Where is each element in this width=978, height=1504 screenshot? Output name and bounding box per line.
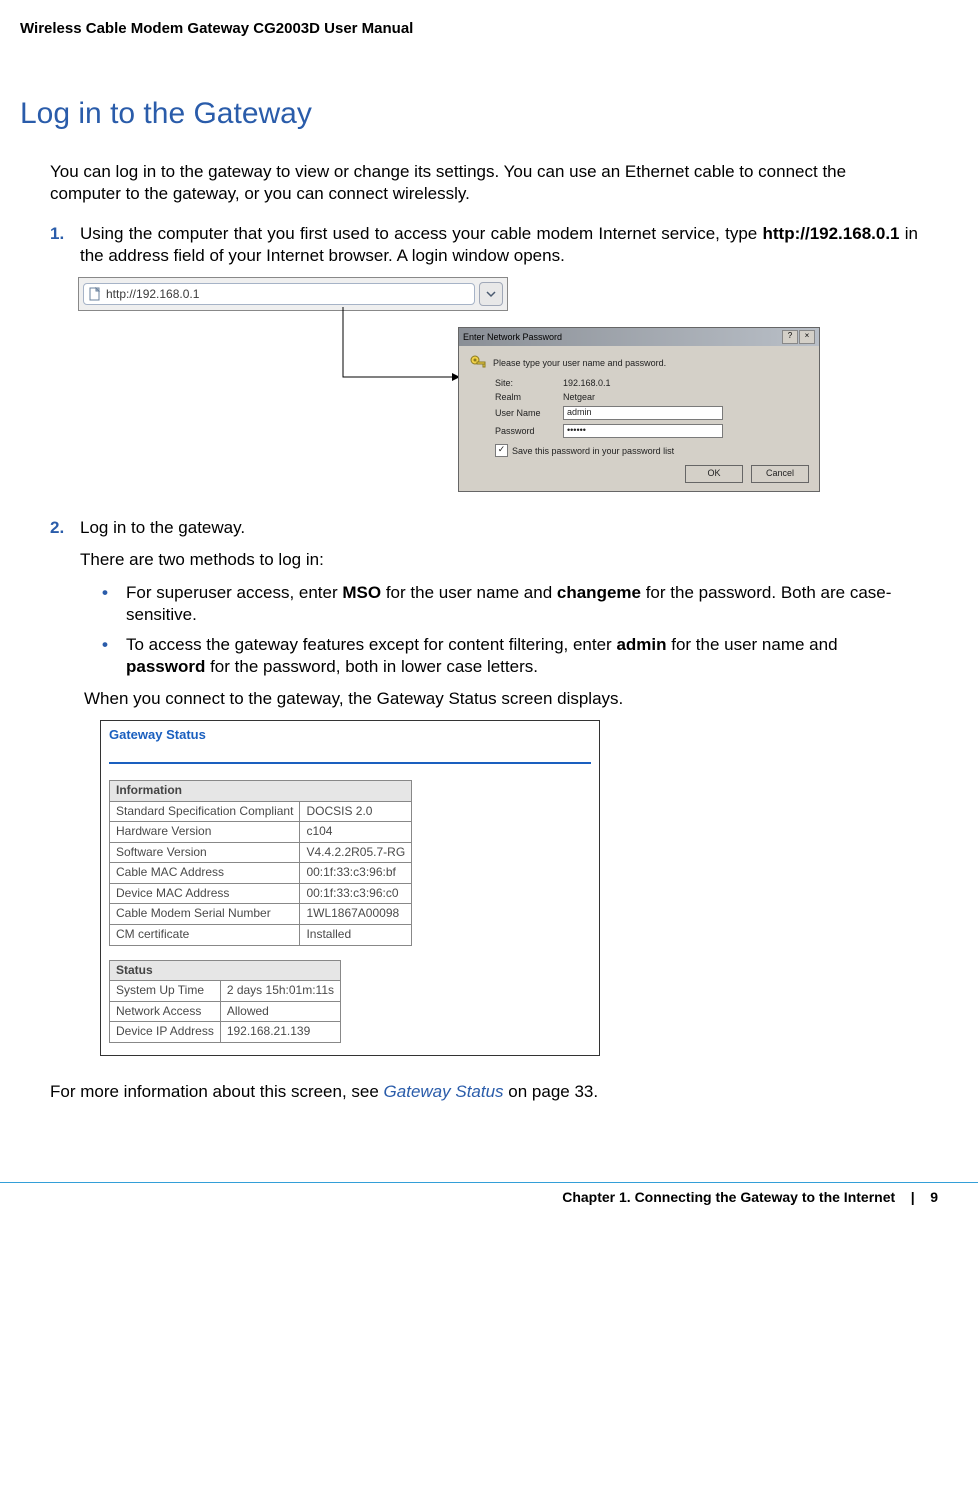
step-1: 1. Using the computer that you first use… bbox=[50, 223, 918, 267]
gateway-status-divider bbox=[109, 762, 591, 764]
cell: 2 days 15h:01m:11s bbox=[220, 981, 340, 1002]
page-footer: Chapter 1. Connecting the Gateway to the… bbox=[0, 1189, 978, 1225]
status-table: Status System Up Time2 days 15h:01m:11s … bbox=[109, 960, 341, 1043]
cell: Allowed bbox=[220, 1001, 340, 1022]
table-row: Cable Modem Serial Number1WL1867A00098 bbox=[110, 904, 412, 925]
cancel-button[interactable]: Cancel bbox=[751, 465, 809, 483]
footer-rule bbox=[0, 1182, 978, 1183]
cell: System Up Time bbox=[110, 981, 221, 1002]
table-row: Cable MAC Address00:1f:33:c3:96:bf bbox=[110, 863, 412, 884]
cell: Installed bbox=[300, 925, 412, 946]
cell: 00:1f:33:c3:96:c0 bbox=[300, 883, 412, 904]
cell: Cable Modem Serial Number bbox=[110, 904, 300, 925]
step-number: 1. bbox=[50, 223, 80, 267]
b1-b: for the user name and bbox=[381, 583, 557, 602]
value-realm: Netgear bbox=[563, 392, 809, 402]
cell: Network Access bbox=[110, 1001, 221, 1022]
bullet-1: • For superuser access, enter MSO for th… bbox=[102, 582, 918, 626]
save-password-checkbox[interactable]: ✓ bbox=[495, 444, 508, 457]
footer-chapter: Chapter 1. Connecting the Gateway to the… bbox=[562, 1189, 895, 1205]
cell: 192.168.21.139 bbox=[220, 1022, 340, 1043]
bullet-icon: • bbox=[102, 582, 126, 626]
page-title: Log in to the Gateway bbox=[20, 97, 918, 131]
address-bar[interactable]: http://192.168.0.1 bbox=[83, 283, 475, 305]
table-row: Hardware Versionc104 bbox=[110, 822, 412, 843]
close-button[interactable]: × bbox=[799, 330, 815, 344]
cell: DOCSIS 2.0 bbox=[300, 801, 412, 822]
info-table: Information Standard Specification Compl… bbox=[109, 780, 412, 946]
intro-paragraph: You can log in to the gateway to view or… bbox=[50, 161, 918, 205]
dialog-prompt: Please type your user name and password. bbox=[493, 358, 666, 368]
connector-arrow bbox=[338, 307, 468, 382]
cell: Cable MAC Address bbox=[110, 863, 300, 884]
b2-b: for the user name and bbox=[667, 635, 838, 654]
dialog-titlebar: Enter Network Password ? × bbox=[459, 328, 819, 346]
dialog-title-text: Enter Network Password bbox=[463, 332, 562, 342]
help-button[interactable]: ? bbox=[782, 330, 798, 344]
table-row: System Up Time2 days 15h:01m:11s bbox=[110, 981, 341, 1002]
b1-mso: MSO bbox=[342, 583, 381, 602]
b1-a: For superuser access, enter bbox=[126, 583, 342, 602]
table-row: Device IP Address192.168.21.139 bbox=[110, 1022, 341, 1043]
cell: c104 bbox=[300, 822, 412, 843]
status-heading: Status bbox=[110, 960, 341, 981]
cell: Hardware Version bbox=[110, 822, 300, 843]
username-input[interactable]: admin bbox=[563, 406, 723, 420]
closing-pre: For more information about this screen, … bbox=[50, 1082, 384, 1101]
value-site: 192.168.0.1 bbox=[563, 378, 809, 388]
step-2: 2. Log in to the gateway. There are two … bbox=[50, 517, 918, 1070]
figure-addressbar-dialog: http://192.168.0.1 Enter Network Passwor… bbox=[78, 277, 778, 497]
bullet-2: • To access the gateway features except … bbox=[102, 634, 918, 678]
b2-a: To access the gateway features except fo… bbox=[126, 635, 616, 654]
table-row: Standard Specification CompliantDOCSIS 2… bbox=[110, 801, 412, 822]
closing-paragraph: For more information about this screen, … bbox=[50, 1082, 918, 1102]
step-1-body: Using the computer that you first used t… bbox=[80, 223, 918, 267]
address-bar-outer: http://192.168.0.1 bbox=[78, 277, 508, 311]
cell: Software Version bbox=[110, 842, 300, 863]
b2-password: password bbox=[126, 657, 205, 676]
footer-page: 9 bbox=[930, 1189, 938, 1205]
closing-post: on page 33. bbox=[504, 1082, 599, 1101]
password-input[interactable]: •••••• bbox=[563, 424, 723, 438]
link-gateway-status[interactable]: Gateway Status bbox=[384, 1082, 504, 1101]
cell: Device MAC Address bbox=[110, 883, 300, 904]
step-2-sub: There are two methods to log in: bbox=[80, 549, 918, 571]
step-1-text-a: Using the computer that you first used t… bbox=[80, 224, 763, 243]
table-row: Network AccessAllowed bbox=[110, 1001, 341, 1022]
b2-admin: admin bbox=[616, 635, 666, 654]
step-2-text: Log in to the gateway. bbox=[80, 518, 245, 537]
table-row: Device MAC Address00:1f:33:c3:96:c0 bbox=[110, 883, 412, 904]
label-site: Site: bbox=[495, 378, 555, 388]
cell: 1WL1867A00098 bbox=[300, 904, 412, 925]
label-password: Password bbox=[495, 426, 555, 436]
table-row: Software VersionV4.4.2.2R05.7-RG bbox=[110, 842, 412, 863]
gateway-status-title: Gateway Status bbox=[109, 727, 591, 744]
b2-c: for the password, both in lower case let… bbox=[205, 657, 538, 676]
info-heading: Information bbox=[110, 780, 412, 801]
ok-button[interactable]: OK bbox=[685, 465, 743, 483]
address-bar-url: http://192.168.0.1 bbox=[106, 287, 199, 301]
b1-changeme: changeme bbox=[557, 583, 641, 602]
table-row: CM certificateInstalled bbox=[110, 925, 412, 946]
save-password-label: Save this password in your password list bbox=[512, 446, 674, 456]
doc-header: Wireless Cable Modem Gateway CG2003D Use… bbox=[20, 20, 918, 37]
after-bullets: When you connect to the gateway, the Gat… bbox=[84, 688, 918, 710]
chevron-down-icon bbox=[486, 289, 496, 299]
cell: 00:1f:33:c3:96:bf bbox=[300, 863, 412, 884]
step-1-url: http://192.168.0.1 bbox=[763, 224, 900, 243]
label-username: User Name bbox=[495, 408, 555, 418]
footer-sep: | bbox=[911, 1189, 915, 1205]
label-realm: Realm bbox=[495, 392, 555, 402]
bullet-icon: • bbox=[102, 634, 126, 678]
login-dialog: Enter Network Password ? × Please type y… bbox=[458, 327, 820, 492]
cell: Device IP Address bbox=[110, 1022, 221, 1043]
key-icon bbox=[469, 354, 487, 372]
cell: CM certificate bbox=[110, 925, 300, 946]
figure-gateway-status: Gateway Status Information Standard Spec… bbox=[100, 720, 600, 1056]
address-bar-dropdown[interactable] bbox=[479, 282, 503, 306]
page-icon bbox=[88, 287, 102, 301]
step-number: 2. bbox=[50, 517, 80, 1070]
cell: Standard Specification Compliant bbox=[110, 801, 300, 822]
cell: V4.4.2.2R05.7-RG bbox=[300, 842, 412, 863]
